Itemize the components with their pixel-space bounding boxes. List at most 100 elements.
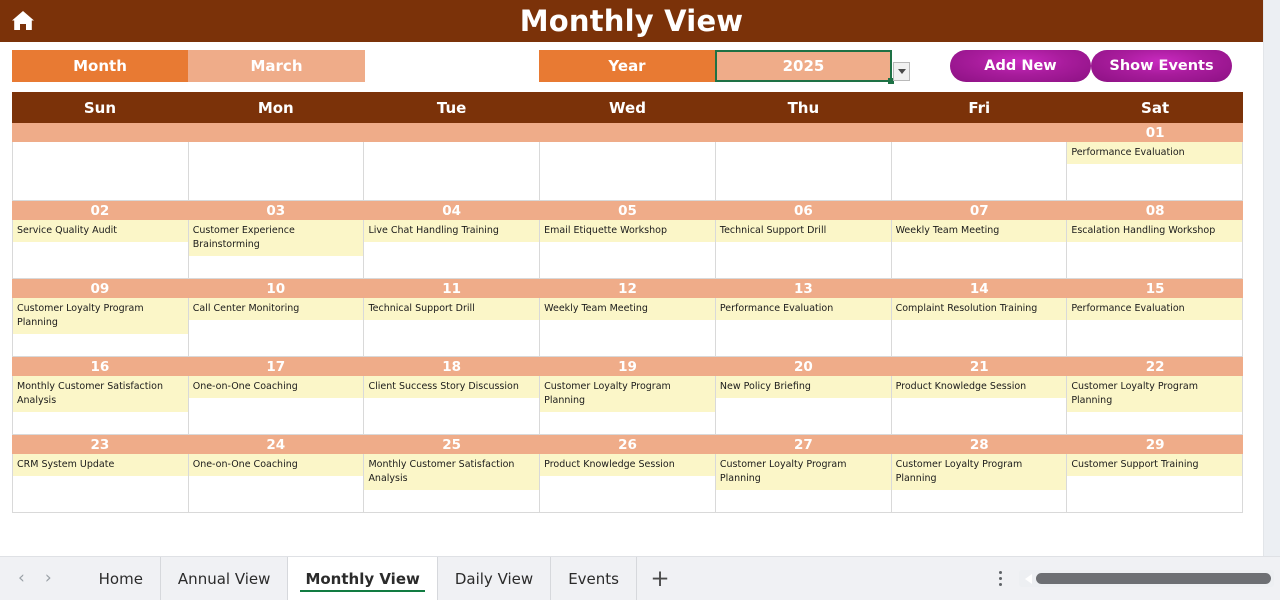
day-cell[interactable]: Monthly Customer Satisfaction Analysis <box>364 454 541 513</box>
month-value-selector[interactable]: March <box>188 50 365 82</box>
date-number[interactable]: 21 <box>891 357 1067 376</box>
date-number[interactable]: 13 <box>715 279 891 298</box>
day-cell[interactable]: Customer Loyalty Program Planning <box>12 298 189 357</box>
day-cell[interactable]: Performance Evaluation <box>1067 298 1244 357</box>
day-cell[interactable]: One-on-One Coaching <box>188 376 365 435</box>
day-cell[interactable]: Escalation Handling Workshop <box>1067 220 1244 279</box>
event-label: Service Quality Audit <box>13 220 188 242</box>
day-cell[interactable]: Performance Evaluation <box>1067 142 1244 201</box>
date-number[interactable] <box>891 123 1067 142</box>
day-header-thu: Thu <box>787 98 820 117</box>
day-cell[interactable]: Technical Support Drill <box>364 298 541 357</box>
day-cell[interactable]: Product Knowledge Session <box>540 454 716 513</box>
scroll-left-arrow-icon[interactable] <box>1025 573 1032 584</box>
day-cell[interactable]: Weekly Team Meeting <box>540 298 716 357</box>
day-cell[interactable]: Service Quality Audit <box>12 220 189 279</box>
date-number[interactable] <box>715 123 891 142</box>
date-number-row: 01 <box>12 123 1243 142</box>
date-number[interactable] <box>12 123 188 142</box>
day-cell[interactable] <box>12 142 189 201</box>
day-cell[interactable]: Product Knowledge Session <box>891 376 1068 435</box>
sheet-tab-daily-view[interactable]: Daily View <box>438 556 552 600</box>
day-cell[interactable]: CRM System Update <box>12 454 189 513</box>
scrollbar-thumb[interactable] <box>1036 573 1271 584</box>
date-number[interactable]: 23 <box>12 435 188 454</box>
day-cell[interactable] <box>891 142 1068 201</box>
date-number[interactable]: 27 <box>715 435 891 454</box>
date-number[interactable]: 22 <box>1067 357 1243 376</box>
date-number[interactable]: 03 <box>188 201 364 220</box>
event-label: CRM System Update <box>13 454 188 476</box>
day-cell[interactable] <box>188 142 365 201</box>
day-cell[interactable]: Technical Support Drill <box>715 220 892 279</box>
date-number[interactable]: 19 <box>540 357 716 376</box>
day-cell[interactable]: Customer Loyalty Program Planning <box>1067 376 1244 435</box>
date-number[interactable]: 25 <box>364 435 540 454</box>
date-number[interactable]: 05 <box>540 201 716 220</box>
horizontal-scrollbar[interactable] <box>1019 570 1274 587</box>
date-number[interactable]: 07 <box>891 201 1067 220</box>
day-cell[interactable]: Customer Loyalty Program Planning <box>540 376 716 435</box>
date-number[interactable]: 24 <box>188 435 364 454</box>
date-number[interactable]: 28 <box>891 435 1067 454</box>
more-options-icon[interactable] <box>989 565 1011 593</box>
day-cell[interactable]: Complaint Resolution Training <box>891 298 1068 357</box>
date-number[interactable]: 09 <box>12 279 188 298</box>
date-number[interactable]: 17 <box>188 357 364 376</box>
date-number[interactable] <box>540 123 716 142</box>
day-cell[interactable]: Monthly Customer Satisfaction Analysis <box>12 376 189 435</box>
event-cell-row: Performance Evaluation <box>12 142 1244 201</box>
calendar-week-row: 16 17 18 19 20 21 22 Monthly Customer Sa… <box>12 357 1244 435</box>
event-label: Customer Loyalty Program Planning <box>715 454 891 490</box>
event-label: Customer Support Training <box>1067 454 1243 476</box>
sheet-tab-home[interactable]: Home <box>82 556 161 600</box>
chevron-down-icon[interactable] <box>893 62 910 81</box>
day-cell[interactable]: Customer Loyalty Program Planning <box>715 454 892 513</box>
add-sheet-button[interactable]: + <box>637 557 683 600</box>
chevron-left-icon[interactable]: ‹ <box>18 570 25 587</box>
day-cell[interactable]: Customer Experience Brainstorming <box>188 220 365 279</box>
day-cell[interactable] <box>364 142 541 201</box>
date-number[interactable]: 20 <box>715 357 891 376</box>
day-cell[interactable]: Performance Evaluation <box>715 298 892 357</box>
chevron-right-icon[interactable]: › <box>45 570 52 587</box>
date-number[interactable]: 08 <box>1067 201 1243 220</box>
add-new-button[interactable]: Add New <box>950 50 1091 82</box>
calendar-week-row: 02 03 04 05 06 07 08 Service Quality Aud… <box>12 201 1244 279</box>
sheet-tab-events[interactable]: Events <box>551 556 637 600</box>
date-number[interactable]: 10 <box>188 279 364 298</box>
date-number[interactable]: 04 <box>364 201 540 220</box>
date-number[interactable]: 18 <box>364 357 540 376</box>
day-cell[interactable]: Client Success Story Discussion <box>364 376 541 435</box>
sheet-tab-bar: ‹ › Home Annual View Monthly View Daily … <box>0 556 1280 600</box>
home-icon[interactable] <box>0 0 46 42</box>
date-number[interactable]: 11 <box>364 279 540 298</box>
day-cell[interactable]: Customer Support Training <box>1067 454 1244 513</box>
date-number[interactable]: 02 <box>12 201 188 220</box>
date-number[interactable]: 26 <box>540 435 716 454</box>
day-cell[interactable] <box>715 142 892 201</box>
date-number[interactable]: 29 <box>1067 435 1243 454</box>
year-value-selector[interactable]: 2025 <box>715 50 894 84</box>
day-cell[interactable]: New Policy Briefing <box>715 376 892 435</box>
date-number[interactable]: 06 <box>715 201 891 220</box>
show-events-button[interactable]: Show Events <box>1091 50 1232 82</box>
day-cell[interactable]: Email Etiquette Workshop <box>540 220 716 279</box>
event-label: Performance Evaluation <box>715 298 891 320</box>
day-cell[interactable]: Live Chat Handling Training <box>364 220 541 279</box>
sheet-tab-monthly-view[interactable]: Monthly View <box>288 556 438 600</box>
sheet-bar-right <box>989 565 1280 593</box>
day-cell[interactable]: Weekly Team Meeting <box>891 220 1068 279</box>
sheet-tab-annual-view[interactable]: Annual View <box>161 556 289 600</box>
date-number[interactable] <box>188 123 364 142</box>
day-cell[interactable] <box>540 142 716 201</box>
day-cell[interactable]: One-on-One Coaching <box>188 454 365 513</box>
date-number[interactable]: 14 <box>891 279 1067 298</box>
date-number[interactable]: 16 <box>12 357 188 376</box>
day-cell[interactable]: Call Center Monitoring <box>188 298 365 357</box>
day-cell[interactable]: Customer Loyalty Program Planning <box>891 454 1068 513</box>
date-number[interactable]: 01 <box>1067 123 1243 142</box>
date-number[interactable] <box>364 123 540 142</box>
date-number[interactable]: 12 <box>540 279 716 298</box>
date-number[interactable]: 15 <box>1067 279 1243 298</box>
